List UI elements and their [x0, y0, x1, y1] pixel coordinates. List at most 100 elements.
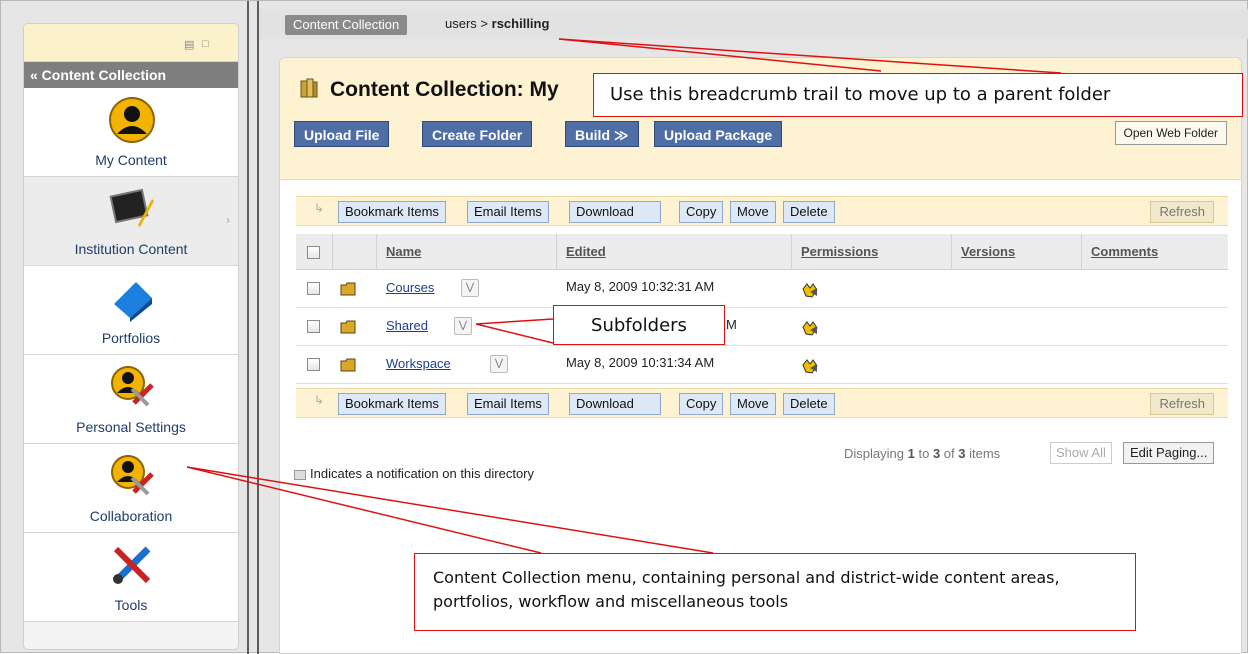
breadcrumb-current: rschilling: [491, 16, 550, 31]
sidebar-item-institution-content[interactable]: › Institution Content: [24, 177, 238, 266]
sidebar-item-label: Portfolios: [101, 330, 161, 346]
app-window: ▤ □ « Content Collection My Content › In…: [0, 0, 1248, 654]
breadcrumb-path: users > rschilling: [445, 16, 549, 31]
content-collection-menu: ▤ □ « Content Collection My Content › In…: [23, 23, 239, 650]
move-button[interactable]: Move: [730, 393, 776, 415]
sidebar-item-label: Tools: [114, 597, 148, 613]
portfolio-icon: [114, 282, 152, 322]
move-button[interactable]: Move: [730, 201, 776, 223]
select-all-checkbox[interactable]: [307, 246, 320, 259]
select-arrow-icon: ↳: [314, 201, 325, 215]
chevron-down-icon[interactable]: ⋁: [461, 279, 479, 297]
email-items-button[interactable]: Email Items: [467, 393, 549, 415]
download-label: Download: [576, 204, 634, 219]
upload-package-button[interactable]: Upload Package: [654, 121, 783, 147]
column-header-versions[interactable]: Versions: [961, 244, 1015, 259]
paging-from: 1: [907, 446, 915, 461]
table-row: Shared ⋁ M: [296, 308, 1228, 346]
chevron-down-icon[interactable]: ⋁: [490, 355, 508, 373]
sidebar-item-label: My Content: [95, 152, 167, 168]
column-divider: [376, 234, 377, 270]
folder-link-courses[interactable]: Courses: [386, 280, 434, 295]
folder-link-shared[interactable]: Shared: [386, 318, 428, 333]
paging-total: 3: [958, 446, 966, 461]
action-bar-top: ↳ Bookmark Items Email Items Download Co…: [296, 196, 1228, 226]
select-arrow-icon: ↳: [314, 393, 325, 407]
paging-of-word: of: [943, 446, 955, 461]
sidebar-item-collaboration[interactable]: Collaboration: [24, 444, 238, 533]
permissions-icon[interactable]: [800, 280, 820, 300]
sidebar-item-tools[interactable]: Tools: [24, 533, 238, 622]
download-label: Download: [576, 396, 634, 411]
sidebar-toolbar: ▤ □: [24, 24, 238, 62]
notification-note: Indicates a notification on this directo…: [310, 466, 535, 481]
column-divider: [791, 234, 792, 270]
paging-to-word: to: [918, 446, 930, 461]
column-header-name[interactable]: Name: [386, 244, 421, 259]
frame-divider[interactable]: [247, 1, 249, 654]
column-divider: [951, 234, 952, 270]
user-tools-icon: [111, 366, 154, 407]
breadcrumb-root[interactable]: Content Collection: [285, 15, 408, 35]
edited-date: M: [726, 317, 737, 332]
sidebar-item-my-content[interactable]: My Content: [24, 88, 238, 177]
table-row: Workspace ⋁ May 8, 2009 10:31:34 AM: [296, 346, 1228, 384]
sidebar-item-personal-settings[interactable]: Personal Settings: [24, 355, 238, 444]
refresh-button[interactable]: Refresh: [1150, 393, 1214, 415]
download-button[interactable]: Download: [569, 201, 661, 223]
build-menu-button[interactable]: Build ≫: [565, 121, 639, 147]
permissions-icon[interactable]: [800, 356, 820, 376]
email-items-button[interactable]: Email Items: [467, 201, 549, 223]
sidebar-item-label: Personal Settings: [76, 419, 186, 435]
bookmark-items-button[interactable]: Bookmark Items: [338, 201, 446, 223]
list-view-icon[interactable]: ▤: [184, 38, 194, 51]
page-title: Content Collection: My: [330, 78, 559, 101]
row-checkbox[interactable]: [307, 358, 320, 371]
row-checkbox[interactable]: [307, 320, 320, 333]
delete-button[interactable]: Delete: [783, 393, 835, 415]
paging-to: 3: [932, 446, 941, 461]
refresh-button[interactable]: Refresh: [1150, 201, 1214, 223]
folder-icon: [340, 320, 356, 334]
column-header-edited[interactable]: Edited: [566, 244, 606, 259]
breadcrumb: Content Collection users > rschilling: [259, 9, 1248, 39]
upload-file-button[interactable]: Upload File: [294, 121, 390, 147]
callout-menu: Content Collection menu, containing pers…: [414, 553, 1136, 631]
permissions-icon[interactable]: [800, 318, 820, 338]
create-folder-button[interactable]: Create Folder: [422, 121, 533, 147]
breadcrumb-separator: >: [480, 16, 489, 31]
edit-paging-button[interactable]: Edit Paging...: [1123, 442, 1215, 464]
collection-icon: [300, 78, 318, 98]
column-divider: [556, 234, 557, 270]
edited-date: May 8, 2009 10:32:31 AM: [566, 279, 715, 294]
paging-suffix: items: [969, 446, 1001, 461]
breadcrumb-item-users[interactable]: users: [445, 16, 477, 31]
column-header-permissions[interactable]: Permissions: [801, 244, 878, 259]
folder-link-workspace[interactable]: Workspace: [386, 356, 451, 371]
window-icon[interactable]: □: [202, 38, 209, 50]
copy-button[interactable]: Copy: [679, 393, 724, 415]
sidebar-header[interactable]: « Content Collection: [24, 62, 238, 88]
chevron-down-icon[interactable]: ⋁: [454, 317, 472, 335]
chalkboard-icon: [109, 188, 154, 227]
callout-breadcrumb: Use this breadcrumb trail to move up to …: [593, 73, 1243, 117]
delete-button[interactable]: Delete: [783, 201, 835, 223]
sidebar-item-portfolios[interactable]: Portfolios: [24, 266, 238, 355]
column-divider: [332, 234, 333, 270]
column-header-comments[interactable]: Comments: [1091, 244, 1158, 259]
copy-button[interactable]: Copy: [679, 201, 724, 223]
show-all-button[interactable]: Show All: [1050, 442, 1112, 464]
row-checkbox[interactable]: [307, 282, 320, 295]
paging-status: Displaying 1 to 3 of 3 items: [844, 446, 1000, 461]
notification-icon: [294, 469, 306, 480]
open-web-folder-button[interactable]: Open Web Folder: [1114, 121, 1227, 145]
download-button[interactable]: Download: [569, 393, 661, 415]
column-divider: [1081, 234, 1082, 270]
chevron-right-icon: ›: [226, 213, 230, 227]
collaboration-icon: [111, 455, 154, 496]
frame-divider: [257, 1, 259, 654]
tools-icon: [113, 546, 151, 584]
callout-subfolders: Subfolders: [553, 305, 725, 345]
notification-legend: Indicates a notification on this directo…: [294, 466, 534, 481]
bookmark-items-button[interactable]: Bookmark Items: [338, 393, 446, 415]
